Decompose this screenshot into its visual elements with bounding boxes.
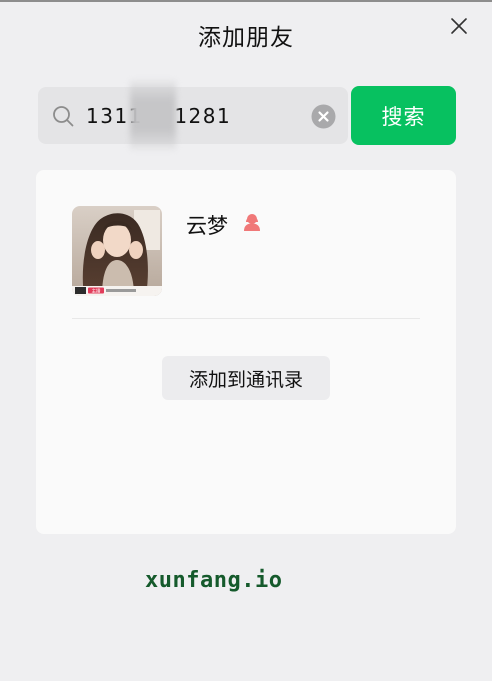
close-button[interactable] bbox=[446, 13, 472, 39]
search-result-card: 主播 云梦 添加到通讯录 bbox=[36, 170, 456, 534]
window-top-border bbox=[0, 0, 492, 2]
search-icon bbox=[53, 106, 74, 127]
divider bbox=[72, 318, 420, 319]
female-person-icon bbox=[244, 214, 260, 231]
clear-search-button[interactable] bbox=[311, 104, 336, 129]
avatar[interactable]: 主播 bbox=[72, 206, 162, 296]
search-input[interactable] bbox=[86, 101, 306, 131]
dialog-title: 添加朋友 bbox=[198, 25, 294, 51]
watermark: xunfang.io bbox=[145, 568, 283, 593]
add-to-contacts-button[interactable]: 添加到通讯录 bbox=[162, 356, 330, 400]
user-name: 云梦 bbox=[186, 214, 228, 238]
svg-text:主播: 主播 bbox=[92, 288, 101, 295]
clear-icon bbox=[311, 104, 336, 129]
close-icon bbox=[451, 18, 467, 34]
search-button[interactable]: 搜索 bbox=[351, 86, 456, 145]
search-box[interactable] bbox=[38, 87, 348, 144]
avatar-photo: 主播 bbox=[72, 206, 162, 296]
